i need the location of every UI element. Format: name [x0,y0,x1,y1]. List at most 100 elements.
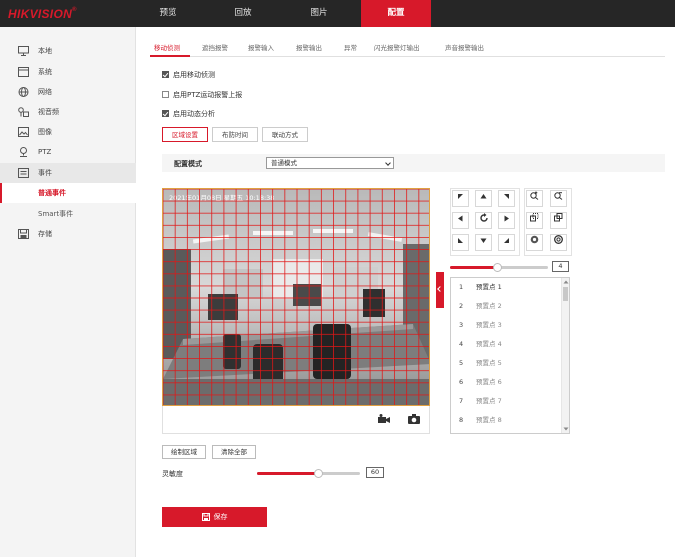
collapse-panel-button[interactable] [436,272,444,308]
sidebar-item-event[interactable]: 事件 [0,163,136,183]
ptz-speed-value[interactable]: 4 [552,261,569,272]
zoom-out-icon [554,192,563,200]
arrow-down-right-icon [504,238,509,243]
step-linkage-method[interactable]: 联动方式 [262,127,308,142]
tab-audible-alarm-output[interactable]: 声音报警输出 [445,42,484,52]
sidebar-subitem-smart-event[interactable]: Smart事件 [0,204,136,224]
scroll-down-icon[interactable] [563,427,569,431]
checkbox-label: 启用移动侦测 [173,71,215,79]
nav-playback[interactable]: 回放 [208,0,278,27]
preset-item[interactable]: 6 预置点 6 [451,373,561,392]
clear-all-button[interactable]: 清除全部 [212,445,256,459]
preset-item[interactable]: 3 预置点 3 [451,316,561,335]
zoom-in-button[interactable] [526,190,543,207]
preset-label: 预置点 8 [476,416,502,424]
nav-preview[interactable]: 预览 [133,0,203,27]
live-video-view[interactable]: 2021年01月08日 星期五 10:18:38 [162,188,430,406]
preset-label: 预置点 7 [476,397,502,405]
sidebar-item-image[interactable]: 图像 [0,122,136,142]
zoom-out-button[interactable] [550,190,567,207]
step-arming-schedule[interactable]: 布防时间 [212,127,258,142]
ptz-down-left-button[interactable] [452,234,469,251]
ptz-left-button[interactable] [452,212,469,229]
ptz-up-right-button[interactable] [498,190,515,207]
save-icon [201,513,210,521]
sidebar-item-video-audio[interactable]: 视音频 [0,102,136,122]
enable-ptz-motion-alarm-checkbox[interactable]: 启用PTZ运动报警上报 [162,90,242,100]
sidebar-item-label: 图像 [38,128,52,136]
preset-number: 4 [459,340,464,348]
ptz-down-right-button[interactable] [498,234,515,251]
ptz-camera-icon [20,147,27,157]
enable-dynamic-analysis-checkbox[interactable]: 启用动态分析 [162,109,215,119]
preset-item[interactable]: 1 预置点 1 [451,278,561,297]
config-mode-select[interactable]: 普通模式 [266,157,394,169]
preset-item[interactable]: 4 预置点 4 [451,335,561,354]
arrow-left-icon [458,215,463,222]
sidebar-item-network[interactable]: 网络 [0,82,136,102]
audio-video-icon [18,107,29,117]
preset-number: 3 [459,321,464,329]
sidebar-item-ptz[interactable]: PTZ [0,142,136,162]
sidebar-item-label: 事件 [38,169,52,177]
sensitivity-slider[interactable] [257,469,360,478]
slider-thumb[interactable] [314,469,324,478]
config-mode-label: 配置模式 [174,160,202,168]
tab-alarm-input[interactable]: 报警输入 [248,42,274,52]
storage-icon [18,229,29,239]
preset-list[interactable]: 1 预置点 1 2 预置点 2 3 预置点 3 4 预置点 4 5 预置点 5 6 预置点 … [450,277,570,434]
preset-item[interactable]: 2 预置点 2 [451,297,561,316]
draw-area-button[interactable]: 绘制区域 [162,445,206,459]
checkbox-checked[interactable] [162,110,169,117]
checkbox-checked[interactable] [162,71,169,78]
sidebar-item-storage[interactable]: 存储 [0,224,136,244]
scrollbar-thumb[interactable] [563,287,568,301]
sidebar-item-label: 视音频 [38,108,59,116]
tab-flash-alarm-output[interactable]: 闪光报警灯输出 [374,42,420,52]
focus-far-icon [554,213,563,222]
arrow-up-right-icon [504,194,509,199]
sidebar-item-label: PTZ [38,148,52,156]
step-area-settings[interactable]: 区域设置 [162,127,208,142]
tab-motion-detection[interactable]: 移动侦测 [154,42,180,52]
enable-motion-detection-checkbox[interactable]: 启用移动侦测 [162,70,215,80]
iris-open-button[interactable] [550,234,567,251]
focus-near-icon [530,213,539,222]
nav-picture[interactable]: 图片 [284,0,354,27]
ptz-up-left-button[interactable] [452,190,469,207]
sidebar-subitem-basic-event[interactable]: 普通事件 [0,183,136,203]
tab-video-tampering[interactable]: 遮挡报警 [202,42,228,52]
ptz-auto-scan-button[interactable] [475,212,492,229]
preset-item[interactable]: 7 预置点 7 [451,392,561,411]
ptz-speed-slider[interactable] [450,263,548,272]
scroll-up-icon[interactable] [563,280,569,284]
ptz-right-button[interactable] [498,212,515,229]
focus-near-button[interactable] [526,212,543,229]
iris-close-button[interactable] [526,234,543,251]
save-button[interactable]: 保存 [162,507,267,527]
slider-thumb[interactable] [492,263,502,272]
tab-alarm-output[interactable]: 报警输出 [296,42,322,52]
system-icon [18,67,29,77]
active-tab-indicator [150,55,190,57]
focus-far-button[interactable] [550,212,567,229]
checkbox-unchecked[interactable] [162,91,169,98]
record-icon[interactable] [378,414,390,424]
sidebar-item-local[interactable]: 本地 [0,41,136,61]
zoom-in-icon [530,191,539,200]
tab-exception[interactable]: 异常 [344,42,357,52]
sidebar-item-label: 系统 [38,68,52,76]
ptz-down-button[interactable] [475,234,492,251]
sensitivity-value[interactable]: 60 [366,467,384,478]
ptz-up-button[interactable] [475,190,492,207]
preset-label: 预置点 4 [476,340,502,348]
preset-item[interactable]: 8 预置点 8 [451,411,561,430]
sidebar-subitem-label: 普通事件 [38,189,66,197]
nav-configuration[interactable]: 配置 [361,0,431,27]
sidebar-item-system[interactable]: 系统 [0,62,136,82]
preset-item[interactable]: 5 预置点 5 [451,354,561,373]
preset-scrollbar[interactable] [561,278,569,433]
iris-close-icon [530,235,539,244]
camera-snapshot-icon[interactable] [408,414,420,424]
sidebar-item-label: 本地 [38,47,52,55]
